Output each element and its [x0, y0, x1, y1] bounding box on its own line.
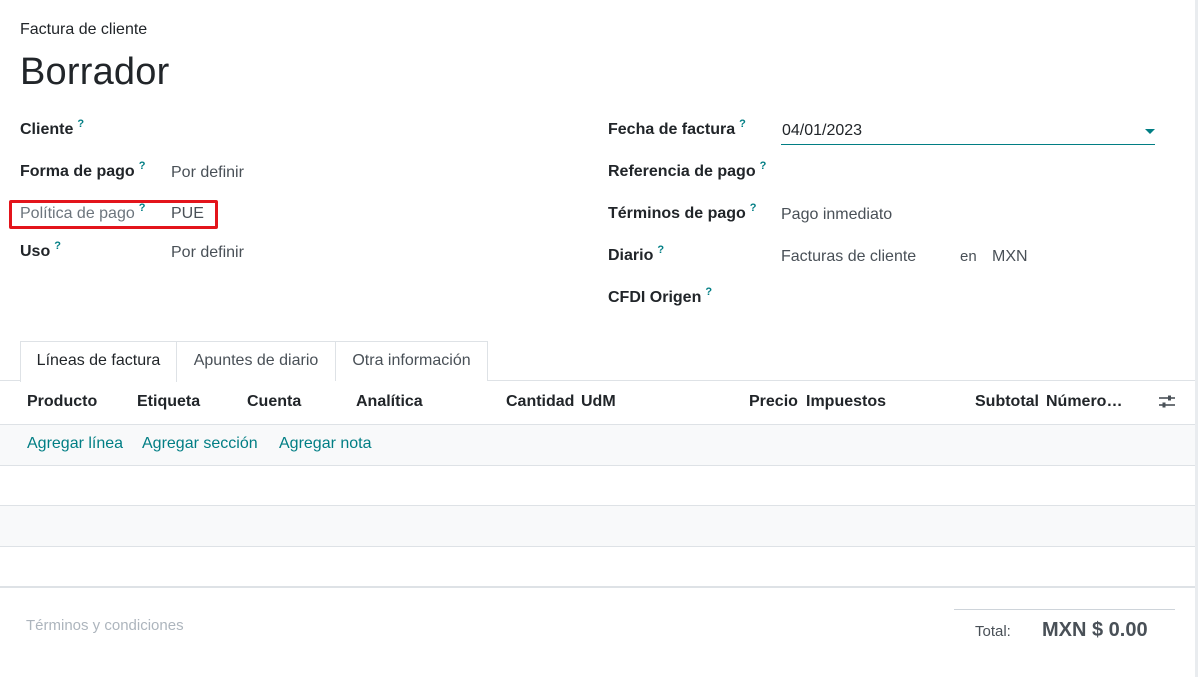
terms-conditions-field[interactable]: Términos y condiciones — [26, 617, 184, 634]
column-header-cuenta[interactable]: Cuenta — [247, 393, 301, 411]
field-label-terminos-pago: Términos de pago? — [608, 202, 757, 223]
column-header-analitica[interactable]: Analítica — [356, 393, 423, 411]
invoice-date-value: 04/01/2023 — [782, 122, 863, 139]
field-label-text: Cliente — [20, 121, 74, 138]
diario-connector: en — [960, 248, 977, 265]
table-footer-divider — [0, 586, 1195, 588]
field-label-forma-pago: Forma de pago? — [20, 160, 146, 181]
column-header-precio[interactable]: Precio — [749, 393, 798, 411]
help-icon[interactable]: ? — [77, 118, 84, 130]
field-label-text: Términos de pago — [608, 205, 746, 222]
total-separator — [954, 609, 1175, 610]
field-label-text: Uso — [20, 243, 51, 260]
invoice-date-input[interactable]: 04/01/2023 — [781, 119, 1155, 145]
field-label-text: CFDI Origen — [608, 289, 702, 306]
forma-pago-field[interactable]: Por definir — [171, 164, 244, 182]
field-label-diario: Diario? — [608, 244, 664, 265]
field-label-uso: Uso? — [20, 240, 61, 261]
add-line-link[interactable]: Agregar línea — [27, 435, 123, 453]
total-amount: MXN $ 0.00 — [1042, 619, 1148, 641]
dropdown-caret-icon[interactable] — [1145, 129, 1155, 134]
document-type: Factura de cliente — [20, 21, 148, 38]
add-section-link[interactable]: Agregar sección — [142, 435, 258, 453]
field-label-text: Forma de pago — [20, 163, 135, 180]
field-label-text: Política de pago — [20, 205, 135, 222]
help-icon[interactable]: ? — [760, 160, 767, 172]
empty-table-row — [0, 506, 1195, 546]
column-header-numero[interactable]: Número… — [1046, 393, 1122, 411]
sliders-icon[interactable] — [1158, 394, 1176, 410]
column-header-etiqueta[interactable]: Etiqueta — [137, 393, 200, 411]
diario-field[interactable]: Facturas de cliente — [781, 248, 916, 266]
total-label: Total: — [975, 623, 1011, 640]
uso-field[interactable]: Por definir — [171, 244, 244, 262]
field-label-text: Fecha de factura — [608, 121, 736, 138]
field-label-politica-pago: Política de pago? — [20, 202, 146, 223]
help-icon[interactable]: ? — [705, 286, 712, 298]
add-note-link[interactable]: Agregar nota — [279, 435, 372, 453]
currency-field[interactable]: MXN — [992, 248, 1028, 266]
field-label-fecha-factura: Fecha de factura? — [608, 118, 746, 139]
tab-lineas-factura[interactable]: Líneas de factura — [20, 341, 177, 382]
page-title: Borrador — [20, 51, 170, 93]
help-icon[interactable]: ? — [750, 202, 757, 214]
referencia-pago-input[interactable] — [781, 163, 1155, 185]
column-header-subtotal[interactable]: Subtotal — [975, 393, 1039, 411]
politica-pago-value: PUE — [171, 205, 204, 222]
help-icon[interactable]: ? — [139, 202, 146, 214]
field-label-cliente: Cliente? — [20, 118, 84, 139]
cfdi-origen-input[interactable] — [781, 289, 1155, 311]
cliente-input[interactable] — [171, 121, 571, 143]
column-header-udm[interactable]: UdM — [581, 393, 616, 411]
empty-table-row — [0, 466, 1195, 506]
help-icon[interactable]: ? — [139, 160, 146, 172]
field-label-cfdi-origen: CFDI Origen? — [608, 286, 712, 307]
help-icon[interactable]: ? — [54, 240, 61, 252]
help-icon[interactable]: ? — [739, 118, 746, 130]
column-header-impuestos[interactable]: Impuestos — [806, 393, 886, 411]
field-label-text: Diario — [608, 247, 654, 264]
column-header-cantidad[interactable]: Cantidad — [506, 393, 574, 411]
field-label-referencia-pago: Referencia de pago? — [608, 160, 767, 181]
field-label-text: Referencia de pago — [608, 163, 756, 180]
terminos-pago-field[interactable]: Pago inmediato — [781, 206, 892, 224]
tab-apuntes-diario[interactable]: Apuntes de diario — [176, 341, 336, 381]
empty-table-row — [0, 547, 1195, 587]
help-icon[interactable]: ? — [657, 244, 664, 256]
tab-otra-informacion[interactable]: Otra información — [335, 341, 488, 381]
column-header-producto[interactable]: Producto — [27, 393, 97, 411]
